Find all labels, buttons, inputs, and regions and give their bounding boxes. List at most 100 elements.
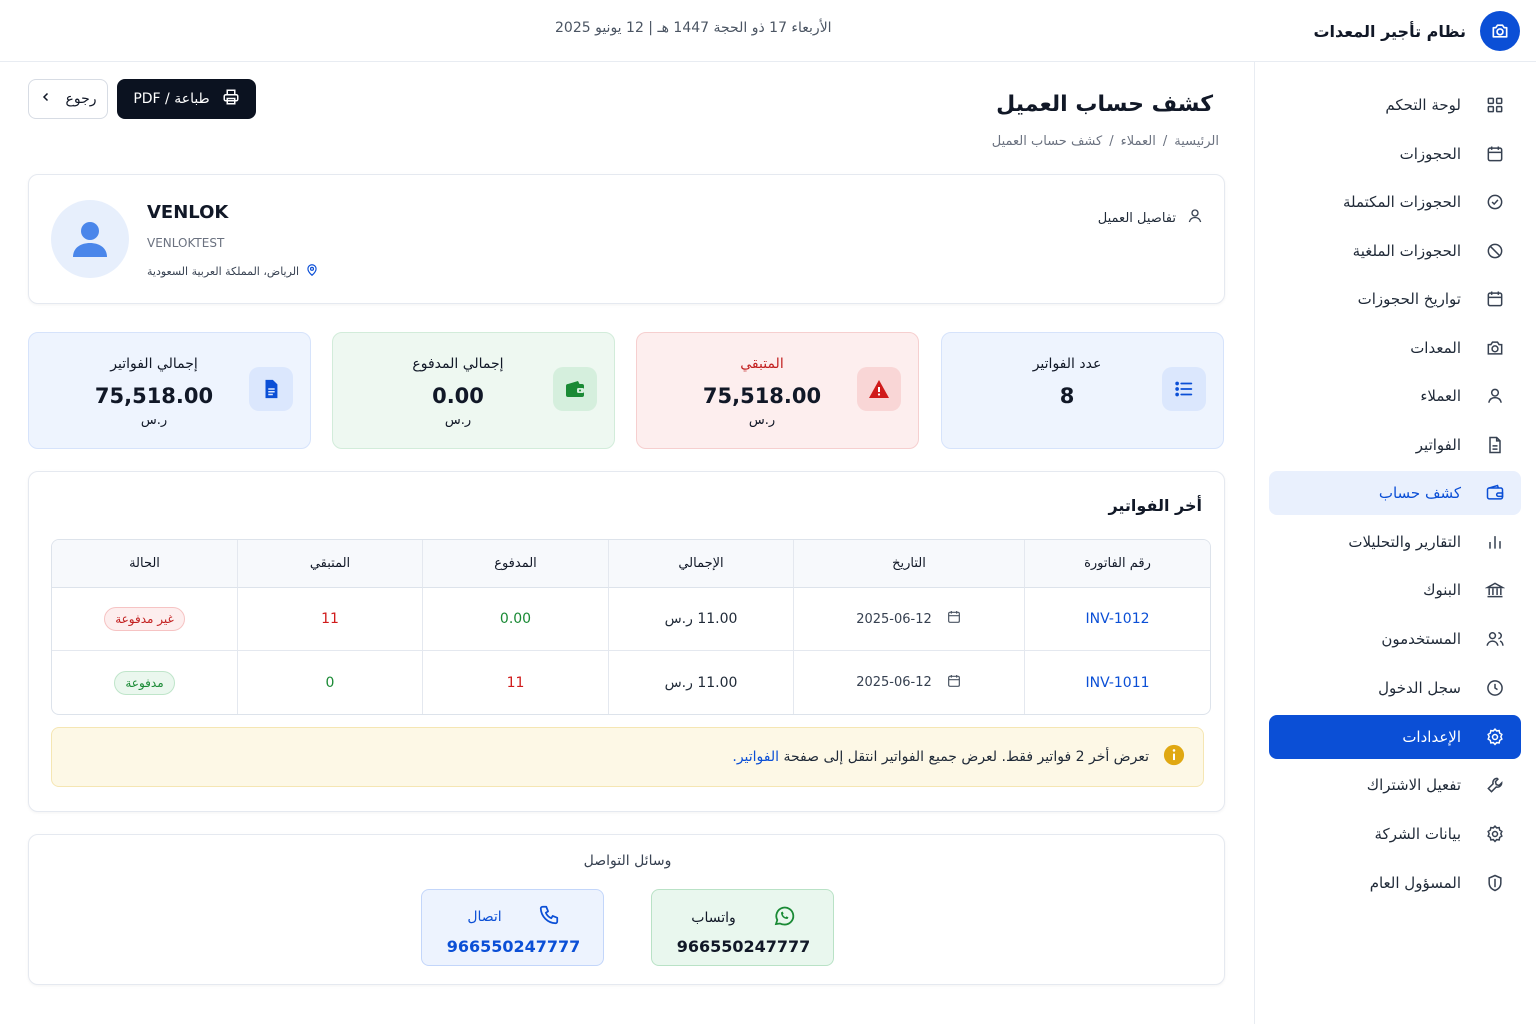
gear-icon bbox=[1483, 725, 1507, 749]
sidebar-item-label: تواريخ الحجوزات bbox=[1357, 290, 1461, 308]
sidebar-item-label: المعدات bbox=[1410, 339, 1461, 357]
sidebar-item-users[interactable]: المستخدمون bbox=[1269, 617, 1521, 661]
latest-invoices-card: أخر الفواتير رقم الفاتورة التاريخ الإجما… bbox=[28, 471, 1225, 812]
camera-icon bbox=[1480, 11, 1520, 51]
invoice-date-text: 2025-06-12 bbox=[856, 611, 932, 627]
sidebar-item-label: بيانات الشركة bbox=[1374, 825, 1461, 843]
status-badge: مدفوعة bbox=[114, 670, 175, 695]
chevron-left-icon bbox=[40, 91, 52, 107]
contact-methods-title: وسائل التواصل bbox=[583, 853, 672, 869]
sidebar-item-login-log[interactable]: سجل الدخول bbox=[1269, 666, 1521, 710]
sidebar-item-settings[interactable]: الإعدادات bbox=[1269, 715, 1521, 759]
print-pdf-button[interactable]: طباعة / PDF bbox=[117, 79, 256, 119]
stat-value: 0.00 bbox=[432, 384, 484, 408]
whatsapp-contact-button[interactable]: واتساب 966550247777 bbox=[651, 889, 834, 966]
current-date: الأربعاء 17 ذو الحجة 1447 هـ | 12 يونيو … bbox=[555, 20, 832, 36]
breadcrumb-home[interactable]: الرئيسية bbox=[1174, 134, 1219, 149]
breadcrumb-separator: / bbox=[1109, 134, 1114, 149]
user-icon bbox=[1483, 384, 1507, 408]
sidebar-item-super-admin[interactable]: المسؤول العام bbox=[1269, 861, 1521, 905]
top-bar: نظام تأجير المعدات الأربعاء 17 ذو الحجة … bbox=[0, 0, 1536, 62]
sidebar-item-label: العملاء bbox=[1420, 387, 1461, 405]
calendar-icon bbox=[946, 609, 962, 629]
sidebar-item-invoices[interactable]: الفواتير bbox=[1269, 423, 1521, 467]
bar-chart-icon bbox=[1483, 530, 1507, 554]
user-icon bbox=[1186, 207, 1204, 229]
calendar-icon bbox=[1483, 287, 1507, 311]
sidebar-item-equipment[interactable]: المعدات bbox=[1269, 326, 1521, 370]
shield-icon bbox=[1483, 871, 1507, 895]
sidebar-item-bookings[interactable]: الحجوزات bbox=[1269, 132, 1521, 176]
back-button[interactable]: رجوع bbox=[28, 79, 108, 119]
invoice-date: 2025-06-12 bbox=[856, 609, 962, 629]
invoice-paid: 11 bbox=[506, 674, 525, 691]
invoice-number-link[interactable]: INV-1012 bbox=[1085, 611, 1149, 627]
whatsapp-icon bbox=[772, 904, 796, 932]
sidebar-item-label: المسؤول العام bbox=[1369, 874, 1461, 892]
sidebar-item-completed-bookings[interactable]: الحجوزات المكتملة bbox=[1269, 180, 1521, 224]
invoice-total: 11.00 ر.س bbox=[664, 611, 738, 627]
customer-details-card: تفاصيل العميل VENLOK VENLOKTEST الرياض، … bbox=[28, 174, 1225, 304]
invoice-remaining: 11 bbox=[321, 611, 339, 627]
column-header: الإجمالي bbox=[608, 540, 793, 588]
stat-unit: ر.س bbox=[140, 413, 168, 428]
call-contact-button[interactable]: اتصال 966550247777 bbox=[421, 889, 604, 966]
column-header: المتبقي bbox=[237, 540, 422, 588]
stat-total-paid: إجمالي المدفوع 0.00 ر.س bbox=[332, 332, 615, 449]
file-icon bbox=[1483, 433, 1507, 457]
gear-icon bbox=[1483, 822, 1507, 846]
print-icon bbox=[222, 88, 240, 110]
contact-methods-card: وسائل التواصل واتساب 966550247777 اتصال … bbox=[28, 834, 1225, 985]
location-pin-icon bbox=[305, 263, 319, 280]
stat-label: إجمالي المدفوع bbox=[412, 356, 504, 372]
customer-name: VENLOK bbox=[147, 202, 229, 223]
sidebar-item-account-statement[interactable]: كشف حساب bbox=[1269, 471, 1521, 515]
sidebar-item-customers[interactable]: العملاء bbox=[1269, 374, 1521, 418]
customer-location-text: الرياض، المملكة العربية السعودية bbox=[147, 265, 300, 278]
avatar bbox=[51, 200, 129, 278]
sidebar-item-label: التقارير والتحليلات bbox=[1348, 533, 1461, 551]
breadcrumb-customers[interactable]: العملاء bbox=[1121, 134, 1156, 149]
sidebar-item-booking-dates[interactable]: تواريخ الحجوزات bbox=[1269, 277, 1521, 321]
sidebar-item-subscription[interactable]: تفعيل الاشتراك bbox=[1269, 763, 1521, 807]
sidebar-item-label: الإعدادات bbox=[1402, 728, 1461, 746]
stat-label: المتبقي bbox=[740, 356, 784, 372]
app-brand: نظام تأجير المعدات bbox=[1313, 11, 1520, 51]
camera-icon bbox=[1483, 336, 1507, 360]
sidebar-item-label: المستخدمون bbox=[1381, 630, 1461, 648]
invoice-date-text: 2025-06-12 bbox=[856, 675, 932, 690]
whatsapp-number: 966550247777 bbox=[676, 937, 811, 956]
sidebar-item-label: كشف حساب bbox=[1378, 484, 1461, 502]
breadcrumb-separator: / bbox=[1162, 134, 1168, 149]
stat-label: إجمالي الفواتير bbox=[110, 356, 198, 372]
call-label: اتصال bbox=[467, 909, 502, 925]
invoice-paid: 0.00 bbox=[499, 611, 532, 627]
notice-message: تعرض أخر 2 فواتير فقط. لعرض جميع الفواتي… bbox=[783, 749, 1149, 765]
whatsapp-header: واتساب bbox=[652, 904, 835, 932]
sidebar-item-company-info[interactable]: بيانات الشركة bbox=[1269, 812, 1521, 856]
sidebar-item-label: البنوك bbox=[1423, 581, 1461, 599]
table-row: INV-1012 2025-06-12 11.00 ر.س 0.00 11 غي… bbox=[52, 588, 1210, 651]
grid-icon bbox=[1483, 93, 1507, 117]
sidebar-item-label: الحجوزات المكتملة bbox=[1342, 193, 1461, 211]
sidebar-item-reports[interactable]: التقارير والتحليلات bbox=[1269, 520, 1521, 564]
sidebar: لوحة التحكم الحجوزات الحجوزات المكتملة ا… bbox=[1254, 62, 1536, 1024]
table-row: INV-1011 2025-06-12 11.00 ر.س 11 0 مدفوع… bbox=[52, 651, 1210, 714]
call-number: 966550247777 bbox=[446, 937, 581, 956]
wrench-icon bbox=[1483, 773, 1507, 797]
check-circle-icon bbox=[1483, 190, 1507, 214]
invoices-page-link[interactable]: الفواتير. bbox=[732, 749, 779, 765]
invoice-remaining: 0 bbox=[325, 674, 335, 691]
sidebar-item-banks[interactable]: البنوك bbox=[1269, 568, 1521, 612]
customer-location: الرياض، المملكة العربية السعودية bbox=[147, 263, 319, 280]
sidebar-item-label: تفعيل الاشتراك bbox=[1366, 776, 1461, 794]
sidebar-item-dashboard[interactable]: لوحة التحكم bbox=[1269, 83, 1521, 127]
sidebar-item-label: الحجوزات bbox=[1399, 145, 1461, 163]
sidebar-item-cancelled-bookings[interactable]: الحجوزات الملغية bbox=[1269, 229, 1521, 273]
invoice-number-link[interactable]: INV-1011 bbox=[1085, 675, 1149, 691]
page-title: كشف حساب العميل bbox=[996, 92, 1213, 117]
stat-unit: ر.س bbox=[444, 413, 472, 428]
app-title: نظام تأجير المعدات bbox=[1313, 21, 1466, 41]
call-header: اتصال bbox=[422, 904, 605, 930]
sidebar-item-label: سجل الدخول bbox=[1378, 679, 1461, 697]
